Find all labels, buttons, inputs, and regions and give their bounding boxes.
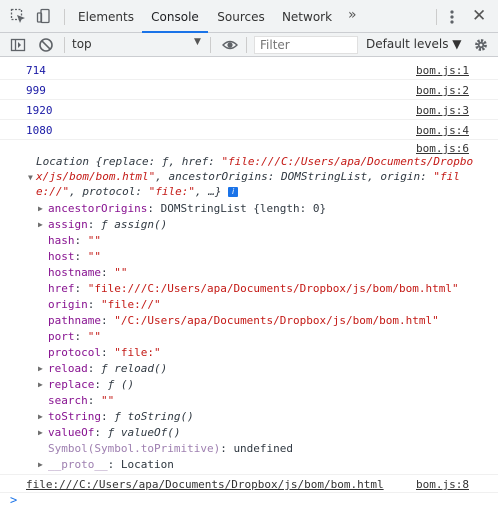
info-icon[interactable]: i — [228, 187, 239, 197]
property-row: href: "file:///C:/Users/apa/Documents/Dr… — [48, 282, 459, 295]
devtools-tabbar: Elements Console Sources Network » ✕ — [0, 0, 498, 33]
log-row: 1080 bom.js:4 — [0, 120, 498, 140]
property-row[interactable]: __proto__: Location — [48, 458, 174, 471]
gear-icon[interactable] — [473, 37, 489, 53]
property-row[interactable]: toString: ƒ toString() — [48, 410, 194, 423]
expand-triangle-icon[interactable]: ▶ — [38, 364, 43, 373]
property-row: pathname: "/C:/Users/apa/Documents/Dropb… — [48, 314, 439, 327]
log-value-link[interactable]: file:///C:/Users/apa/Documents/Dropbox/j… — [26, 478, 384, 491]
inspect-element-icon[interactable] — [10, 8, 26, 24]
expand-triangle-icon[interactable]: ▶ — [38, 380, 43, 389]
log-value: 714 — [26, 64, 46, 77]
source-link[interactable]: bom.js:4 — [416, 124, 469, 137]
log-row: 714 bom.js:1 — [0, 60, 498, 80]
source-link[interactable]: bom.js:2 — [416, 84, 469, 97]
log-row: 1920 bom.js:3 — [0, 100, 498, 120]
expand-triangle-icon[interactable]: ▶ — [38, 460, 43, 469]
property-row: hash: "" — [48, 234, 101, 247]
property-row[interactable]: replace: ƒ () — [48, 378, 134, 391]
property-row: port: "" — [48, 330, 101, 343]
console-prompt[interactable]: > — [10, 493, 17, 507]
log-value: 999 — [26, 84, 46, 97]
property-row: protocol: "file:" — [48, 346, 161, 359]
log-row: 999 bom.js:2 — [0, 80, 498, 100]
kebab-menu-icon[interactable] — [448, 9, 456, 25]
property-row[interactable]: ancestorOrigins: DOMStringList {length: … — [48, 202, 326, 215]
log-levels-dropdown[interactable]: Default levels ▼ — [366, 37, 462, 51]
toolbar-divider — [64, 9, 65, 25]
clear-console-icon[interactable] — [38, 37, 54, 53]
log-row: file:///C:/Users/apa/Documents/Dropbox/j… — [0, 475, 498, 493]
property-row[interactable]: reload: ƒ reload() — [48, 362, 167, 375]
source-link[interactable]: bom.js:3 — [416, 104, 469, 117]
source-link[interactable]: bom.js:8 — [416, 478, 469, 491]
filter-input[interactable] — [254, 36, 358, 54]
toolbar-divider — [64, 37, 65, 53]
property-row: host: "" — [48, 250, 101, 263]
property-row: origin: "file://" — [48, 298, 161, 311]
property-row: Symbol(Symbol.toPrimitive): undefined — [48, 442, 294, 455]
log-value: 1920 — [26, 104, 53, 117]
expand-triangle-open-icon[interactable]: ▼ — [28, 173, 33, 182]
expand-triangle-icon[interactable]: ▶ — [38, 204, 43, 213]
log-row-object: bom.js:6 Location {replace: ƒ, href: "fi… — [0, 140, 498, 475]
object-summary-line-1: Location {replace: ƒ, href: "file:///C:/… — [36, 155, 474, 168]
expand-triangle-icon[interactable]: ▶ — [38, 220, 43, 229]
source-link[interactable]: bom.js:1 — [416, 64, 469, 77]
close-icon[interactable]: ✕ — [472, 6, 486, 26]
chevron-down-icon[interactable]: ▼ — [194, 37, 201, 47]
source-link[interactable]: bom.js:6 — [416, 142, 469, 155]
property-row: hostname: "" — [48, 266, 128, 279]
log-value: 1080 — [26, 124, 53, 137]
context-selector[interactable]: top — [72, 37, 92, 51]
tab-network[interactable]: Network — [274, 0, 340, 33]
object-summary-line-2[interactable]: x/js/bom/bom.html", ancestorOrigins: DOM… — [36, 170, 460, 183]
property-row[interactable]: assign: ƒ assign() — [48, 218, 167, 231]
toolbar-divider — [246, 37, 247, 53]
device-toolbar-icon[interactable] — [36, 8, 52, 24]
object-summary-line-3: e://", protocol: "file:", …} i — [36, 185, 239, 198]
console-toolbar: top ▼ Default levels ▼ — [0, 33, 498, 57]
tab-elements[interactable]: Elements — [70, 0, 142, 33]
more-tabs-button[interactable]: » — [348, 7, 357, 23]
expand-triangle-icon[interactable]: ▶ — [38, 412, 43, 421]
eye-icon[interactable] — [222, 37, 238, 53]
tab-sources[interactable]: Sources — [208, 0, 274, 33]
toolbar-divider — [210, 37, 211, 53]
console-output: 714 bom.js:1 999 bom.js:2 1920 bom.js:3 … — [0, 58, 498, 508]
tab-console[interactable]: Console — [142, 0, 208, 33]
toolbar-divider — [436, 9, 437, 25]
property-row: search: "" — [48, 394, 115, 407]
property-row[interactable]: valueOf: ƒ valueOf() — [48, 426, 180, 439]
expand-triangle-icon[interactable]: ▶ — [38, 428, 43, 437]
show-sidebar-icon[interactable] — [10, 37, 26, 53]
